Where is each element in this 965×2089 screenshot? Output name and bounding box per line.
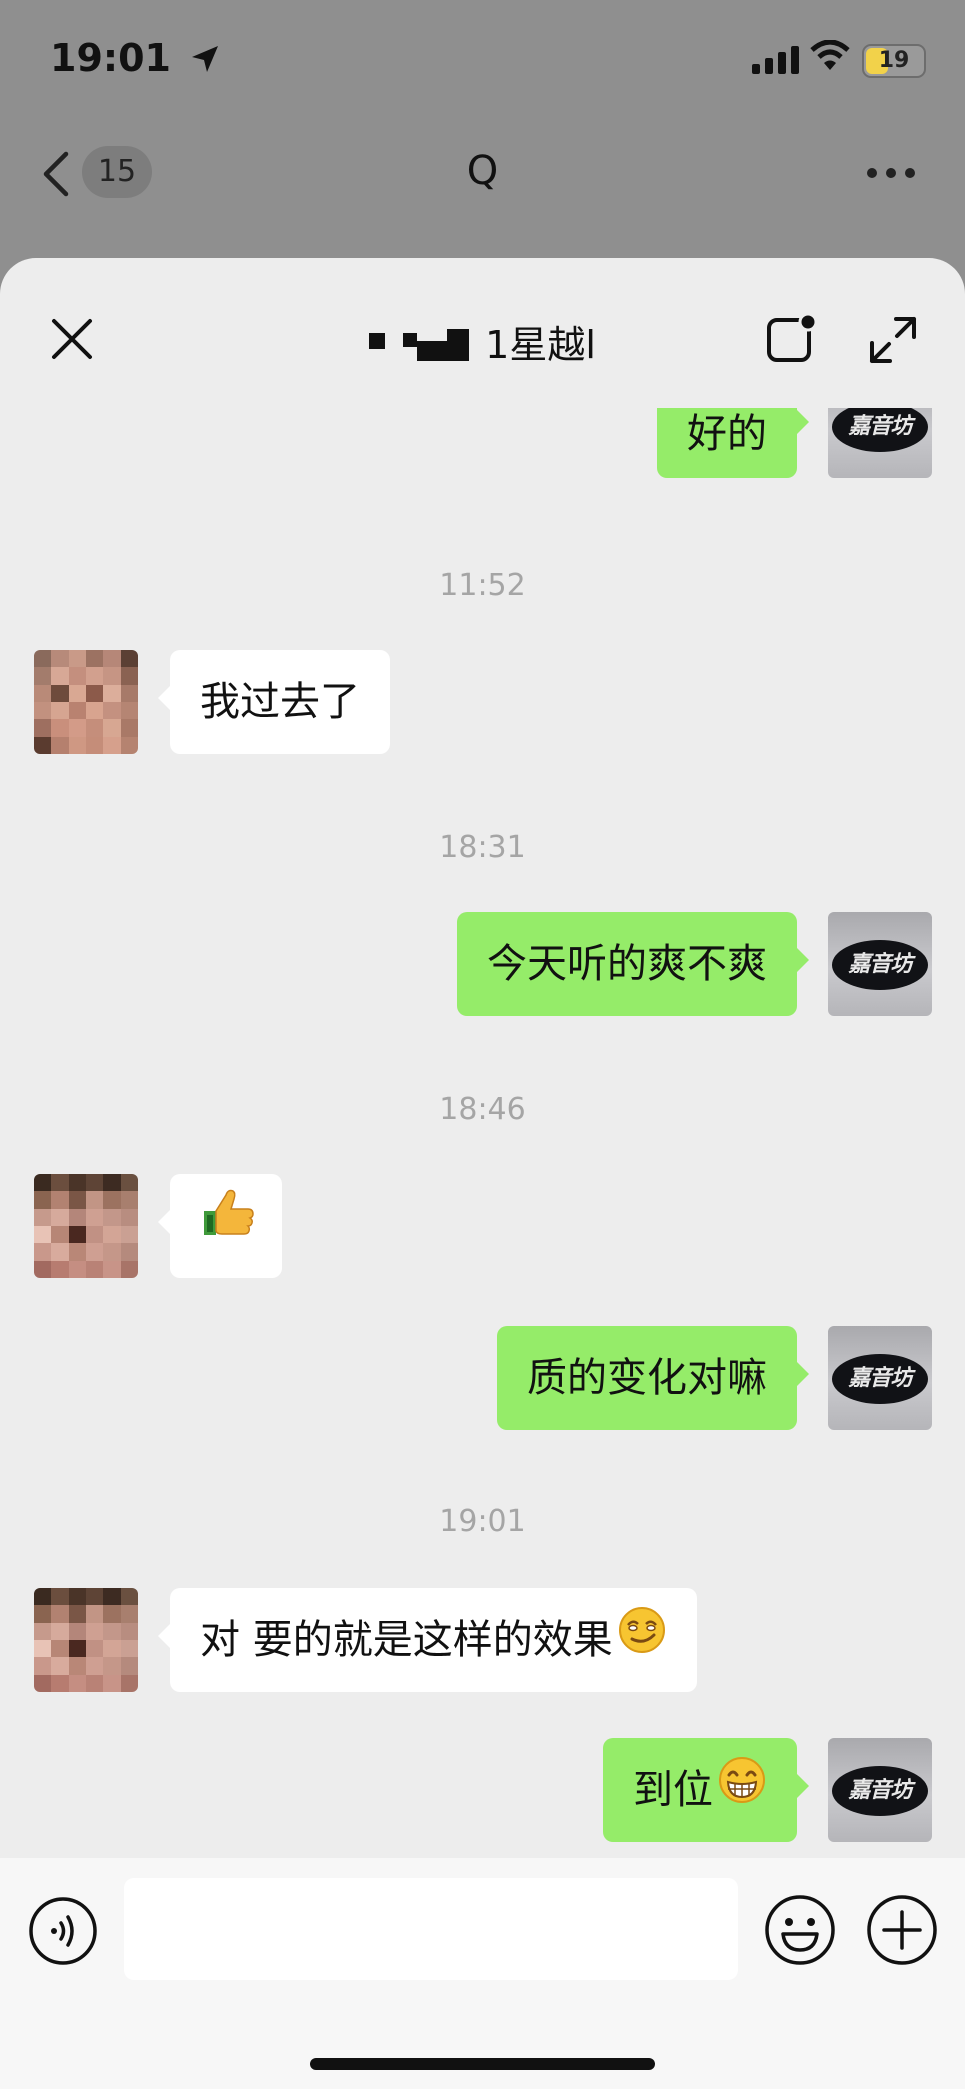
background-page-title: Q xyxy=(466,148,499,194)
incoming-bubble[interactable]: 我过去了 xyxy=(158,650,390,754)
home-indicator xyxy=(310,2058,655,2070)
message-row-incoming xyxy=(0,1174,965,1280)
timestamp: 19:01 xyxy=(439,1504,526,1539)
contact-avatar[interactable] xyxy=(34,1588,138,1692)
message-row-outgoing: 到位 嘉音坊 xyxy=(0,1738,965,1844)
battery-percent: 19 xyxy=(878,48,910,73)
outgoing-bubble[interactable]: 到位 xyxy=(603,1738,809,1844)
my-avatar[interactable]: 嘉音坊 xyxy=(828,1738,932,1842)
open-new-window-icon[interactable] xyxy=(766,312,818,369)
timestamp: 11:52 xyxy=(439,568,526,603)
contact-avatar[interactable] xyxy=(34,1174,138,1278)
message-text: 到位 xyxy=(633,1767,713,1813)
contact-avatar[interactable] xyxy=(34,650,138,754)
message-text: 今天听的爽不爽 xyxy=(487,941,767,987)
my-avatar[interactable]: 嘉音坊 xyxy=(828,912,932,1016)
incoming-bubble[interactable]: 对 要的就是这样的效果 xyxy=(158,1588,697,1694)
chat-header: 1星越l xyxy=(0,258,965,408)
location-arrow-icon xyxy=(190,44,220,78)
timestamp: 18:46 xyxy=(439,1092,526,1127)
message-text: 质的变化对嘛 xyxy=(527,1355,767,1401)
brand-logo-text: 嘉音坊 xyxy=(832,940,928,990)
message-list[interactable]: 好的 嘉音坊 11:52 我过去了 18:31 今天听的爽不爽 嘉音坊 18:4… xyxy=(0,408,965,1858)
more-dots-icon[interactable] xyxy=(866,164,916,183)
outgoing-bubble[interactable]: 好的 xyxy=(657,408,809,478)
message-row-incoming: 我过去了 xyxy=(0,650,965,756)
message-row-outgoing: 质的变化对嘛 嘉音坊 xyxy=(0,1326,965,1432)
cellular-signal-icon xyxy=(752,46,800,78)
add-plus-icon[interactable] xyxy=(866,1894,938,1970)
redacted-name-mask xyxy=(369,326,473,370)
message-text: 好的 xyxy=(687,411,767,457)
message-input[interactable] xyxy=(124,1878,738,1980)
message-row-outgoing: 好的 嘉音坊 xyxy=(0,408,965,494)
smirk-face-emoji-icon xyxy=(617,1590,667,1694)
message-text: 我过去了 xyxy=(200,679,360,725)
chat-title-text: 1星越l xyxy=(485,323,596,367)
chat-sheet: 1星越l 好的 嘉音坊 11:52 我过去了 18:31 今天听的爽不爽 嘉音坊… xyxy=(0,258,965,2089)
brand-logo-text: 嘉音坊 xyxy=(832,1766,928,1816)
voice-input-icon[interactable] xyxy=(28,1896,98,1970)
grin-face-emoji-icon xyxy=(717,1740,767,1844)
message-row-incoming: 对 要的就是这样的效果 xyxy=(0,1588,965,1694)
background-nav-bar: 15 Q xyxy=(0,120,965,225)
emoji-smile-icon[interactable] xyxy=(764,1894,836,1970)
brand-logo-text: 嘉音坊 xyxy=(832,1354,928,1404)
chat-title: 1星越l xyxy=(0,314,965,370)
timestamp: 18:31 xyxy=(439,830,526,865)
expand-fullscreen-icon[interactable] xyxy=(868,315,918,369)
my-avatar[interactable]: 嘉音坊 xyxy=(828,408,932,478)
status-bar: 19:01 19 xyxy=(0,0,965,120)
incoming-bubble[interactable] xyxy=(158,1174,282,1280)
battery-icon: 19 xyxy=(862,44,926,78)
thumbs-up-emoji-icon xyxy=(200,1176,256,1280)
wifi-icon xyxy=(810,39,850,76)
status-time: 19:01 xyxy=(50,36,171,80)
message-text: 对 要的就是这样的效果 xyxy=(200,1617,613,1663)
message-row-outgoing: 今天听的爽不爽 嘉音坊 xyxy=(0,912,965,1018)
outgoing-bubble[interactable]: 质的变化对嘛 xyxy=(497,1326,809,1430)
input-bar xyxy=(0,1858,965,2089)
brand-logo-text: 嘉音坊 xyxy=(832,408,928,452)
outgoing-bubble[interactable]: 今天听的爽不爽 xyxy=(457,912,809,1016)
my-avatar[interactable]: 嘉音坊 xyxy=(828,1326,932,1430)
